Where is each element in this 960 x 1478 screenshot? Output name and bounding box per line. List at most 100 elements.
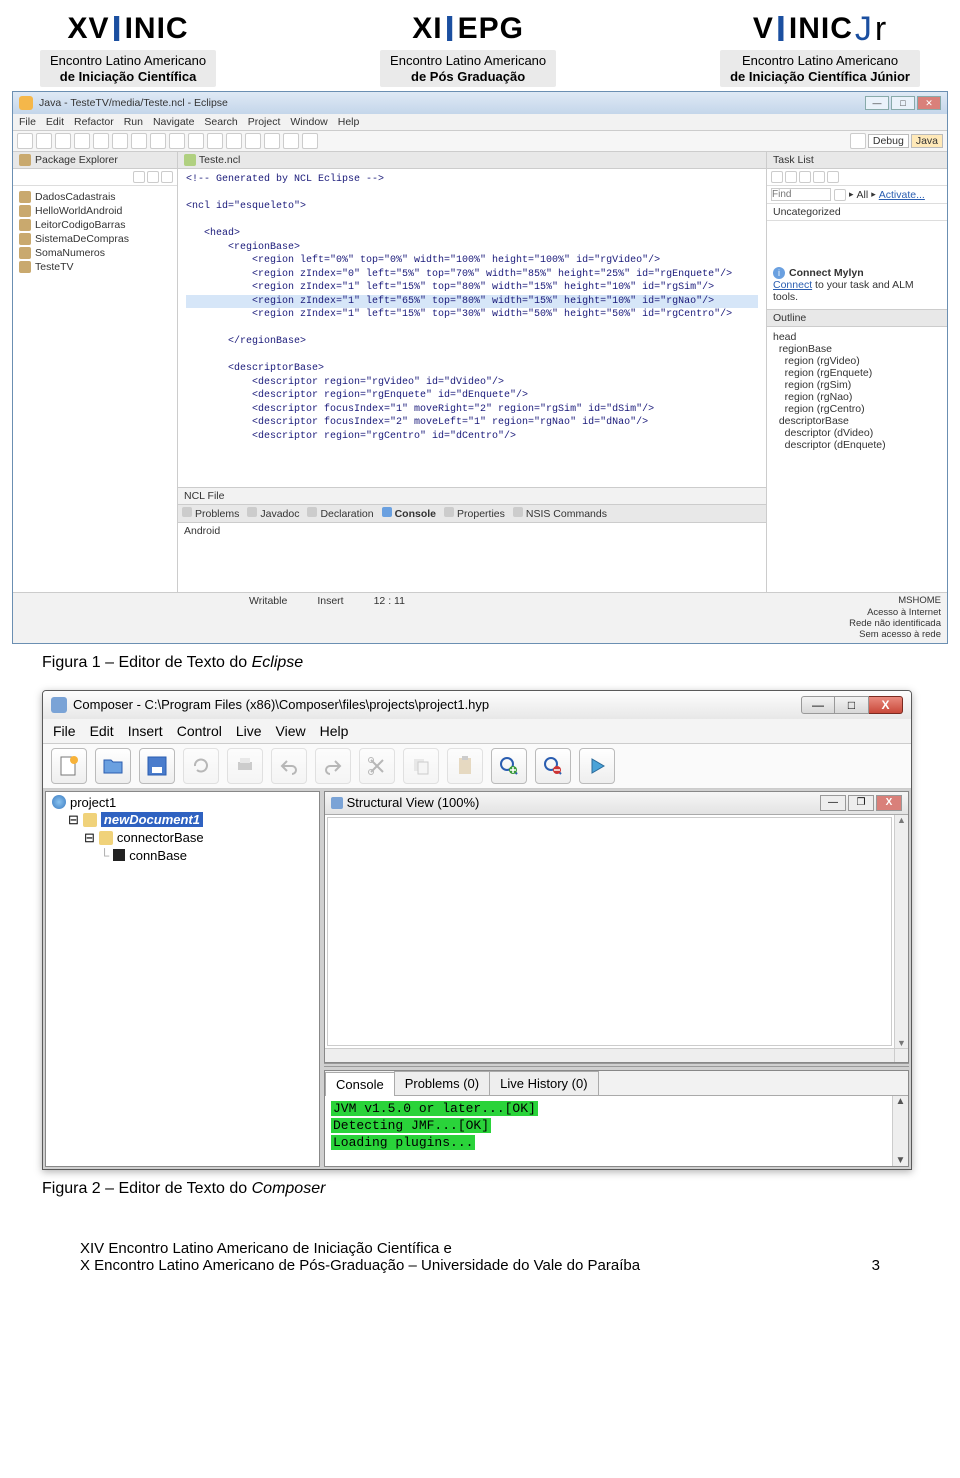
- save-icon[interactable]: [139, 748, 175, 784]
- tab-declaration[interactable]: Declaration: [307, 507, 373, 520]
- menu-window[interactable]: Window: [290, 116, 327, 128]
- eclipse-titlebar[interactable]: Java - TesteTV/media/Teste.ncl - Eclipse…: [13, 92, 947, 114]
- task-icon[interactable]: [813, 171, 825, 183]
- menu-navigate[interactable]: Navigate: [153, 116, 194, 128]
- outline-item[interactable]: head: [773, 331, 941, 343]
- project-tree[interactable]: project1 ⊟newDocument1 ⊟connectorBase └c…: [45, 791, 320, 1167]
- copy-icon[interactable]: [403, 748, 439, 784]
- sub-maximize-button[interactable]: ❐: [848, 795, 874, 811]
- open-perspective-icon[interactable]: [850, 133, 866, 149]
- maximize-button[interactable]: □: [891, 96, 915, 110]
- outline-item[interactable]: region (rgNao): [773, 391, 941, 403]
- menu-help[interactable]: Help: [338, 116, 360, 128]
- code-editor[interactable]: <!-- Generated by NCL Eclipse --> <ncl i…: [178, 169, 766, 487]
- open-icon[interactable]: [95, 748, 131, 784]
- editor-tab[interactable]: Teste.ncl: [178, 152, 766, 169]
- toolbar-icon[interactable]: [112, 133, 128, 149]
- menu-run[interactable]: Run: [124, 116, 143, 128]
- tab-nsis-commands[interactable]: NSIS Commands: [513, 507, 607, 520]
- console-tab[interactable]: Live History (0): [489, 1071, 598, 1095]
- outline-item[interactable]: region (rgSim): [773, 379, 941, 391]
- sub-minimize-button[interactable]: —: [820, 795, 846, 811]
- cut-icon[interactable]: [359, 748, 395, 784]
- close-button[interactable]: ✕: [917, 96, 941, 110]
- project-item[interactable]: DadosCadastrais: [19, 190, 171, 204]
- minimize-button[interactable]: —: [865, 96, 889, 110]
- outline-item[interactable]: descriptor (dEnquete): [773, 439, 941, 451]
- splitter[interactable]: [324, 1063, 909, 1067]
- tree-project[interactable]: project1: [52, 794, 315, 811]
- view-icon[interactable]: [147, 171, 159, 183]
- toolbar-icon[interactable]: [17, 133, 33, 149]
- outline-tree[interactable]: head regionBase region (rgVideo) region …: [767, 327, 947, 592]
- project-item[interactable]: TesteTV: [19, 260, 171, 274]
- tab-problems[interactable]: Problems: [182, 507, 239, 520]
- paste-icon[interactable]: [447, 748, 483, 784]
- menu-file[interactable]: File: [53, 723, 76, 739]
- menu-insert[interactable]: Insert: [128, 723, 163, 739]
- view-icon[interactable]: [133, 171, 145, 183]
- scrollbar-v[interactable]: ▲▼: [894, 815, 908, 1048]
- console-output[interactable]: JVM v1.5.0 or later...[OK]Detecting JMF.…: [325, 1096, 892, 1166]
- print-icon[interactable]: [227, 748, 263, 784]
- project-item[interactable]: SistemaDeCompras: [19, 232, 171, 246]
- close-button[interactable]: X: [869, 696, 903, 714]
- menu-project[interactable]: Project: [248, 116, 281, 128]
- composer-titlebar[interactable]: Composer - C:\Program Files (x86)\Compos…: [43, 691, 911, 719]
- task-icon[interactable]: [827, 171, 839, 183]
- menu-edit[interactable]: Edit: [46, 116, 64, 128]
- outline-item[interactable]: regionBase: [773, 343, 941, 355]
- project-item[interactable]: LeitorCodigoBarras: [19, 218, 171, 232]
- ncl-file-tab[interactable]: NCL File: [178, 487, 766, 504]
- toolbar-icon[interactable]: [264, 133, 280, 149]
- tab-properties[interactable]: Properties: [444, 507, 505, 520]
- tab-console[interactable]: Console: [382, 507, 436, 520]
- tree-document[interactable]: ⊟newDocument1: [68, 811, 315, 829]
- tree-conn[interactable]: └connBase: [100, 847, 315, 864]
- view-icon[interactable]: [161, 171, 173, 183]
- new-icon[interactable]: [51, 748, 87, 784]
- menu-edit[interactable]: Edit: [90, 723, 114, 739]
- menu-control[interactable]: Control: [177, 723, 222, 739]
- toolbar-icon[interactable]: [169, 133, 185, 149]
- console-tab[interactable]: Console: [325, 1072, 395, 1096]
- perspective-debug[interactable]: Debug: [868, 134, 909, 148]
- find-input[interactable]: [771, 188, 831, 201]
- sub-close-button[interactable]: X: [876, 795, 902, 811]
- all-button[interactable]: All: [857, 189, 869, 201]
- toolbar-icon[interactable]: [302, 133, 318, 149]
- activate-link[interactable]: Activate...: [879, 189, 925, 201]
- menu-file[interactable]: File: [19, 116, 36, 128]
- task-icon[interactable]: [799, 171, 811, 183]
- zoom-out-icon[interactable]: [535, 748, 571, 784]
- connect-link[interactable]: Connect: [773, 279, 812, 291]
- tab-javadoc[interactable]: Javadoc: [247, 507, 299, 520]
- tree-connector-base[interactable]: ⊟connectorBase: [84, 829, 315, 847]
- toolbar-icon[interactable]: [226, 133, 242, 149]
- maximize-button[interactable]: □: [835, 696, 869, 714]
- console-tab[interactable]: Problems (0): [394, 1071, 490, 1095]
- menu-view[interactable]: View: [276, 723, 306, 739]
- project-item[interactable]: HelloWorldAndroid: [19, 204, 171, 218]
- menu-refactor[interactable]: Refactor: [74, 116, 114, 128]
- toolbar-icon[interactable]: [55, 133, 71, 149]
- outline-item[interactable]: region (rgCentro): [773, 403, 941, 415]
- minimize-button[interactable]: —: [801, 696, 835, 714]
- toolbar-icon[interactable]: [131, 133, 147, 149]
- menu-help[interactable]: Help: [320, 723, 349, 739]
- outline-item[interactable]: descriptorBase: [773, 415, 941, 427]
- toolbar-icon[interactable]: [93, 133, 109, 149]
- toolbar-icon[interactable]: [245, 133, 261, 149]
- toolbar-icon[interactable]: [207, 133, 223, 149]
- toolbar-icon[interactable]: [36, 133, 52, 149]
- perspective-java[interactable]: Java: [911, 134, 943, 148]
- scrollbar-v[interactable]: ▲▼: [892, 1096, 908, 1166]
- search-icon[interactable]: [834, 189, 846, 201]
- task-icon[interactable]: [785, 171, 797, 183]
- project-item[interactable]: SomaNumeros: [19, 246, 171, 260]
- menu-search[interactable]: Search: [204, 116, 237, 128]
- task-icon[interactable]: [771, 171, 783, 183]
- structural-canvas[interactable]: [327, 817, 892, 1046]
- undo-icon[interactable]: [271, 748, 307, 784]
- toolbar-icon[interactable]: [74, 133, 90, 149]
